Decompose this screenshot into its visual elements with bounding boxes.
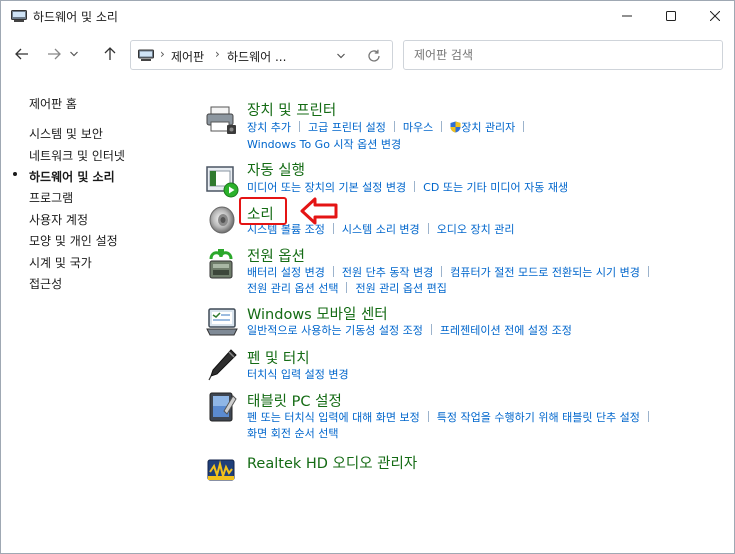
breadcrumb-separator-icon: › bbox=[215, 47, 220, 61]
sidebar-item-ease-of-access[interactable]: 접근성 bbox=[29, 275, 62, 292]
current-item-bullet-icon bbox=[13, 172, 17, 176]
mobility-center-links: 일반적으로 사용하는 기동성 설정 조정 프레젠테이션 전에 설정 조정 bbox=[247, 322, 572, 338]
window-title: 하드웨어 및 소리 bbox=[33, 10, 118, 24]
link-advanced-printer-setup[interactable]: 고급 프린터 설정 bbox=[308, 121, 386, 134]
link-add-device[interactable]: 장치 추가 bbox=[247, 121, 291, 134]
tablet-pc-links: 펜 또는 터치식 입력에 대해 화면 보정 특정 작업을 수행하기 위해 태블릿 … bbox=[247, 409, 657, 425]
link-change-battery-settings[interactable]: 배터리 설정 변경 bbox=[247, 266, 325, 279]
category-title-pen-touch[interactable]: 펜 및 터치 bbox=[247, 347, 310, 368]
sidebar-item-user-accounts[interactable]: 사용자 계정 bbox=[29, 211, 88, 228]
link-power-button-action[interactable]: 전원 단추 동작 변경 bbox=[342, 266, 433, 279]
power-options-icon bbox=[205, 247, 239, 281]
breadcrumb-separator-icon: › bbox=[160, 47, 165, 61]
annotation-arrow-icon bbox=[299, 196, 339, 226]
category-title-power-options[interactable]: 전원 옵션 bbox=[247, 245, 305, 266]
link-change-system-sounds[interactable]: 시스템 소리 변경 bbox=[342, 223, 420, 236]
link-screen-rotation-order[interactable]: 화면 회전 순서 선택 bbox=[247, 427, 338, 440]
uac-shield-icon bbox=[450, 121, 461, 134]
link-manage-audio-devices[interactable]: 오디오 장치 관리 bbox=[437, 223, 515, 236]
category-title-mobility-center[interactable]: Windows 모바일 센터 bbox=[247, 303, 388, 324]
link-touch-input-settings[interactable]: 터치식 입력 설정 변경 bbox=[247, 368, 349, 381]
devices-printers-links: 장치 추가 고급 프린터 설정 마우스 장치 관리자 bbox=[247, 119, 532, 135]
back-button[interactable] bbox=[9, 41, 35, 67]
tablet-pc-links-2: 화면 회전 순서 선택 bbox=[247, 425, 338, 441]
link-edit-power-plan[interactable]: 전원 관리 옵션 편집 bbox=[355, 282, 446, 295]
link-separator bbox=[523, 121, 525, 132]
mobility-center-icon bbox=[205, 305, 239, 339]
up-button[interactable] bbox=[97, 41, 123, 67]
autoplay-links: 미디어 또는 장치의 기본 설정 변경 CD 또는 기타 미디어 자동 재생 bbox=[247, 179, 568, 195]
power-options-links-2: 전원 관리 옵션 선택 전원 관리 옵션 편집 bbox=[247, 280, 447, 296]
link-separator bbox=[430, 324, 432, 335]
recent-locations-chevron-icon[interactable] bbox=[67, 41, 81, 67]
link-separator bbox=[393, 121, 395, 132]
link-separator bbox=[647, 266, 649, 277]
realtek-audio-icon bbox=[205, 454, 239, 488]
link-separator bbox=[427, 223, 429, 234]
pen-icon bbox=[205, 347, 239, 381]
link-default-media-settings[interactable]: 미디어 또는 장치의 기본 설정 변경 bbox=[247, 181, 406, 194]
navigation-bar: › 제어판 › 하드웨어 ... bbox=[1, 35, 734, 75]
breadcrumb-hardware-sound[interactable]: 하드웨어 ... bbox=[227, 48, 286, 65]
link-mouse[interactable]: 마우스 bbox=[403, 121, 433, 134]
category-title-realtek-audio[interactable]: Realtek HD 오디오 관리자 bbox=[247, 452, 417, 473]
link-separator bbox=[332, 266, 334, 277]
link-separator bbox=[647, 411, 649, 422]
link-separator bbox=[441, 266, 443, 277]
sidebar-item-programs[interactable]: 프로그램 bbox=[29, 189, 73, 206]
address-dropdown-chevron-icon[interactable] bbox=[333, 48, 349, 64]
forward-button[interactable] bbox=[41, 41, 67, 67]
annotation-highlight-box bbox=[239, 197, 287, 225]
autoplay-icon bbox=[205, 165, 239, 199]
power-options-links: 배터리 설정 변경 전원 단추 동작 변경 컴퓨터가 절전 모드로 전환되는 시기 … bbox=[247, 264, 657, 280]
link-adjust-mobility-settings[interactable]: 일반적으로 사용하는 기동성 설정 조정 bbox=[247, 324, 423, 337]
category-title-tablet-pc[interactable]: 태블릿 PC 설정 bbox=[247, 390, 342, 411]
sidebar-item-hardware-sound[interactable]: 하드웨어 및 소리 bbox=[29, 168, 115, 185]
link-separator bbox=[441, 121, 443, 132]
search-input[interactable] bbox=[403, 40, 723, 70]
maximize-button[interactable] bbox=[649, 1, 693, 31]
minimize-button[interactable] bbox=[605, 1, 649, 31]
control-panel-icon bbox=[138, 49, 154, 62]
category-title-devices-printers[interactable]: 장치 및 프린터 bbox=[247, 99, 336, 120]
speaker-icon bbox=[205, 203, 239, 237]
sidebar-item-clock-region[interactable]: 시계 및 국가 bbox=[29, 254, 92, 271]
link-separator bbox=[414, 181, 416, 192]
sidebar-item-control-panel-home[interactable]: 제어판 홈 bbox=[29, 95, 77, 112]
link-windows-to-go[interactable]: Windows To Go 시작 옵션 변경 bbox=[247, 138, 401, 151]
link-separator bbox=[298, 121, 300, 132]
link-sleep-timing[interactable]: 컴퓨터가 절전 모드로 전환되는 시기 변경 bbox=[450, 266, 640, 279]
link-separator bbox=[346, 282, 348, 293]
link-presentation-settings[interactable]: 프레젠테이션 전에 설정 조정 bbox=[440, 324, 572, 337]
category-title-autoplay[interactable]: 자동 실행 bbox=[247, 159, 305, 180]
refresh-icon[interactable] bbox=[365, 47, 383, 65]
link-separator bbox=[427, 411, 429, 422]
control-panel-window: 하드웨어 및 소리 › 제어판 › 하드웨어 ... 제어판 검색 제어판 홈 … bbox=[0, 0, 735, 554]
sidebar-item-network-internet[interactable]: 네트워크 및 인터넷 bbox=[29, 147, 125, 164]
address-bar[interactable]: › 제어판 › 하드웨어 ... bbox=[130, 40, 393, 70]
link-tablet-button-settings[interactable]: 특정 작업을 수행하기 위해 태블릿 단추 설정 bbox=[437, 411, 640, 424]
breadcrumb-control-panel[interactable]: 제어판 bbox=[171, 48, 204, 65]
close-button[interactable] bbox=[693, 1, 735, 31]
devices-printers-links-2: Windows To Go 시작 옵션 변경 bbox=[247, 136, 401, 152]
tablet-icon bbox=[205, 390, 239, 424]
control-panel-icon bbox=[11, 9, 27, 23]
printer-icon bbox=[205, 103, 239, 137]
link-calibrate-screen[interactable]: 펜 또는 터치식 입력에 대해 화면 보정 bbox=[247, 411, 420, 424]
link-autoplay-cd[interactable]: CD 또는 기타 미디어 자동 재생 bbox=[423, 181, 568, 194]
link-device-manager[interactable]: 장치 관리자 bbox=[461, 121, 515, 134]
sidebar-item-system-security[interactable]: 시스템 및 보안 bbox=[29, 125, 103, 142]
pen-touch-links: 터치식 입력 설정 변경 bbox=[247, 366, 349, 382]
link-choose-power-plan[interactable]: 전원 관리 옵션 선택 bbox=[247, 282, 338, 295]
sidebar-item-appearance[interactable]: 모양 및 개인 설정 bbox=[29, 232, 118, 249]
sound-links: 시스템 볼륨 조정 시스템 소리 변경 오디오 장치 관리 bbox=[247, 221, 515, 237]
title-bar[interactable]: 하드웨어 및 소리 bbox=[1, 1, 734, 31]
